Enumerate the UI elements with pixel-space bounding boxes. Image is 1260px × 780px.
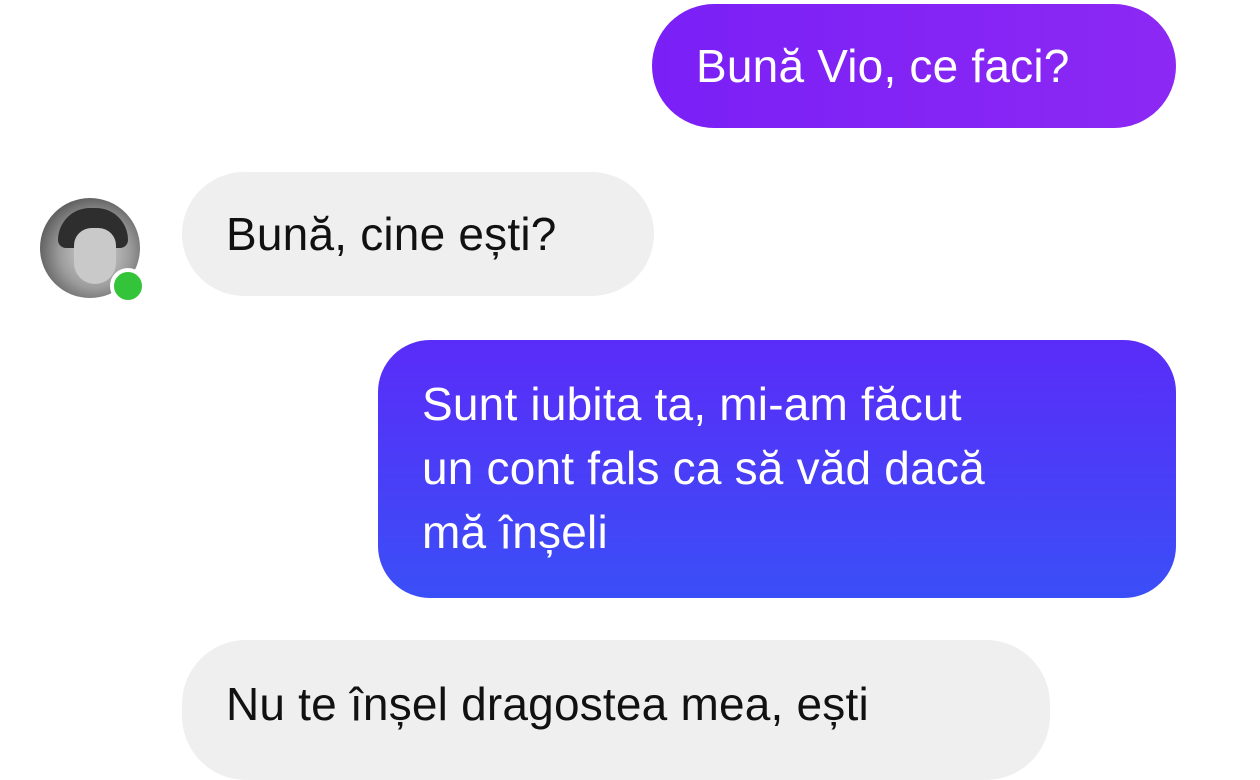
- message-bubble-outgoing[interactable]: Sunt iubita ta, mi-am făcut un cont fals…: [378, 340, 1176, 598]
- message-text: Nu te înșel dragostea mea, ești: [226, 678, 869, 730]
- message-text: Bună, cine ești?: [226, 208, 557, 260]
- message-text: Bună Vio, ce faci?: [696, 40, 1070, 92]
- message-bubble-incoming[interactable]: Nu te înșel dragostea mea, ești: [182, 640, 1050, 780]
- online-status-icon: [110, 268, 146, 304]
- message-bubble-outgoing[interactable]: Bună Vio, ce faci?: [652, 4, 1176, 128]
- avatar-face-shape: [74, 228, 116, 284]
- message-text: Sunt iubita ta, mi-am făcut un cont fals…: [422, 378, 985, 558]
- chat-thread: Bună Vio, ce faci? Bună, cine ești? Sunt…: [0, 0, 1260, 780]
- message-bubble-incoming[interactable]: Bună, cine ești?: [182, 172, 654, 296]
